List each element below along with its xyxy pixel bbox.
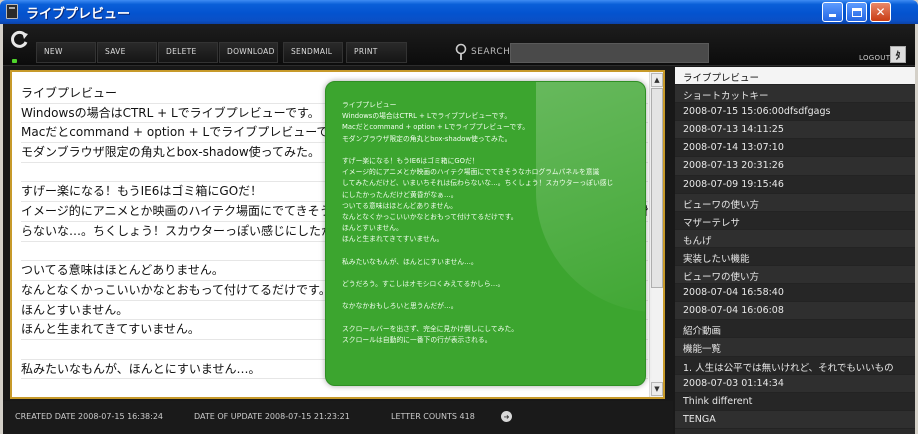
preview-line: モダンブラウザ限定の角丸とbox-shadow使ってみた。	[342, 134, 512, 143]
toolbar: NEW SAVE DELETE DOWNLOAD SENDMAIL PRINT …	[3, 24, 915, 66]
close-icon: ✕	[875, 5, 886, 19]
preview-line: ほんと生まれてきてすいません。	[342, 235, 444, 244]
list-item[interactable]: 1. 人生は公平では無いけれど、それでもいいもの	[675, 356, 915, 375]
scroll-down-arrow-icon[interactable]: ▼	[651, 382, 663, 396]
preview-line: ついてる意味はほとんどありません。	[342, 201, 457, 210]
status-led-icon	[12, 59, 17, 63]
close-button[interactable]: ✕	[870, 2, 891, 22]
list-item[interactable]: TENGA	[675, 410, 915, 429]
preview-line: 私みたいなもんが、ほんとにすいません…。	[342, 257, 478, 266]
preview-line	[342, 245, 637, 256]
preview-line: にしたかったんだけど黄昏がなぁ…。	[342, 190, 458, 199]
list-item[interactable]: マザーテレサ	[675, 211, 915, 230]
window-titlebar[interactable]: ライブプレビュー ✕	[0, 0, 918, 24]
logout-icon[interactable]: ﾀ	[890, 46, 906, 63]
preview-line: イメージ的にアニメとか映画のハイテク場面にでてきそうなホログラムパネルを意識	[342, 168, 600, 177]
scroll-up-arrow-icon[interactable]: ▲	[651, 73, 663, 87]
list-item[interactable]: ライブプレビュー	[675, 67, 915, 86]
preview-line: スクロールは自動的に一番下の行が表示される。	[342, 335, 492, 344]
list-item[interactable]: 紹介動画	[675, 320, 915, 339]
list-item[interactable]: ショートカットキー	[675, 85, 915, 104]
search-icon	[455, 43, 467, 60]
letter-count: LETTER COUNTS 418	[391, 412, 475, 421]
preview-line: どうだろう。すこしはオモシロくみえてるかしら…。	[342, 280, 505, 288]
search-label: SEARCH	[471, 47, 511, 57]
list-item[interactable]: 2008-07-14 13:07:10	[675, 139, 915, 158]
scroll-thumb[interactable]	[651, 88, 663, 288]
preview-line: なかなかおもしろいと思うんだが…。	[342, 302, 458, 311]
maximize-button[interactable]	[846, 2, 867, 22]
list-item[interactable]: ビューワの使い方	[675, 193, 915, 212]
preview-line	[342, 290, 637, 301]
preview-line	[342, 268, 637, 279]
list-item[interactable]: 2008-07-04 16:58:40	[675, 284, 915, 303]
list-item[interactable]: Think different	[675, 392, 915, 411]
list-item[interactable]: 2008-07-13 20:31:26	[675, 157, 915, 176]
updated-date: DATE OF UPDATE 2008-07-15 21:23:21	[194, 412, 350, 421]
preview-line	[342, 313, 637, 324]
maximize-icon	[851, 7, 862, 17]
arrow-right-icon[interactable]: ➜	[501, 411, 512, 422]
print-button[interactable]: PRINT	[346, 42, 407, 63]
sendmail-button[interactable]: SENDMAIL	[283, 42, 343, 63]
search-input[interactable]	[510, 43, 709, 63]
list-item[interactable]: 2008-07-04 16:06:08	[675, 302, 915, 321]
logout-label[interactable]: LOGOUT	[859, 54, 890, 62]
status-bar: CREATED DATE 2008-07-15 16:38:24 DATE OF…	[3, 401, 673, 434]
minimize-button[interactable]	[822, 2, 843, 22]
list-item[interactable]: 2008-07-13 14:11:25	[675, 121, 915, 140]
window-title: ライブプレビュー	[26, 7, 131, 22]
preview-line: スクロールバーを出さず、完全に見かけ倒しにしてみた。	[342, 324, 519, 333]
list-item[interactable]: ビューワの使い方	[675, 266, 915, 285]
new-button[interactable]: NEW	[36, 42, 96, 63]
preview-line: ほんとすいません。	[342, 224, 403, 233]
preview-line: してみたんだけど、いまいちそれは伝わらないな…。ちくしょう！スカウターっぽい感じ	[342, 179, 614, 188]
preview-line: すげー楽になる！もうIE6はゴミ箱にGOだ！	[342, 156, 479, 165]
preview-line: なんとなくかっこいいかなとおもって付けてるだけです。	[342, 212, 518, 221]
list-item[interactable]: もんげ	[675, 229, 915, 248]
minimize-icon	[829, 14, 836, 17]
preview-line: Macだとcommand + option + Lでライブプレビューです。	[342, 123, 530, 132]
created-date: CREATED DATE 2008-07-15 16:38:24	[15, 412, 164, 421]
editor-scrollbar[interactable]: ▲ ▼	[649, 72, 663, 397]
list-item[interactable]: 2008-07-15 15:06:00dfsdfgags	[675, 103, 915, 122]
list-item[interactable]: 実装したい機能	[675, 247, 915, 267]
download-button[interactable]: DOWNLOAD	[219, 42, 278, 63]
list-item[interactable]: 機能一覧	[675, 338, 915, 357]
document-list: ライブプレビュー ショートカットキー 2008-07-15 15:06:00df…	[675, 67, 915, 434]
refresh-logo-icon[interactable]	[10, 30, 30, 50]
preview-text: ライブプレビュー Windowsの場合はCTRL + Lでライブプレビューです。…	[342, 100, 637, 346]
app-icon	[6, 4, 18, 19]
preview-line: ライブプレビュー	[342, 101, 397, 109]
app-body: NEW SAVE DELETE DOWNLOAD SENDMAIL PRINT …	[3, 24, 915, 434]
delete-button[interactable]: DELETE	[158, 42, 218, 63]
live-preview-panel: ライブプレビュー Windowsの場合はCTRL + Lでライブプレビューです。…	[325, 81, 646, 386]
save-button[interactable]: SAVE	[97, 42, 157, 63]
preview-line: Windowsの場合はCTRL + Lでライブプレビューです。	[342, 112, 512, 121]
list-item[interactable]: 2008-07-03 01:14:34	[675, 374, 915, 393]
list-item[interactable]: 2008-07-09 19:15:46	[675, 175, 915, 194]
preview-line	[342, 145, 637, 156]
